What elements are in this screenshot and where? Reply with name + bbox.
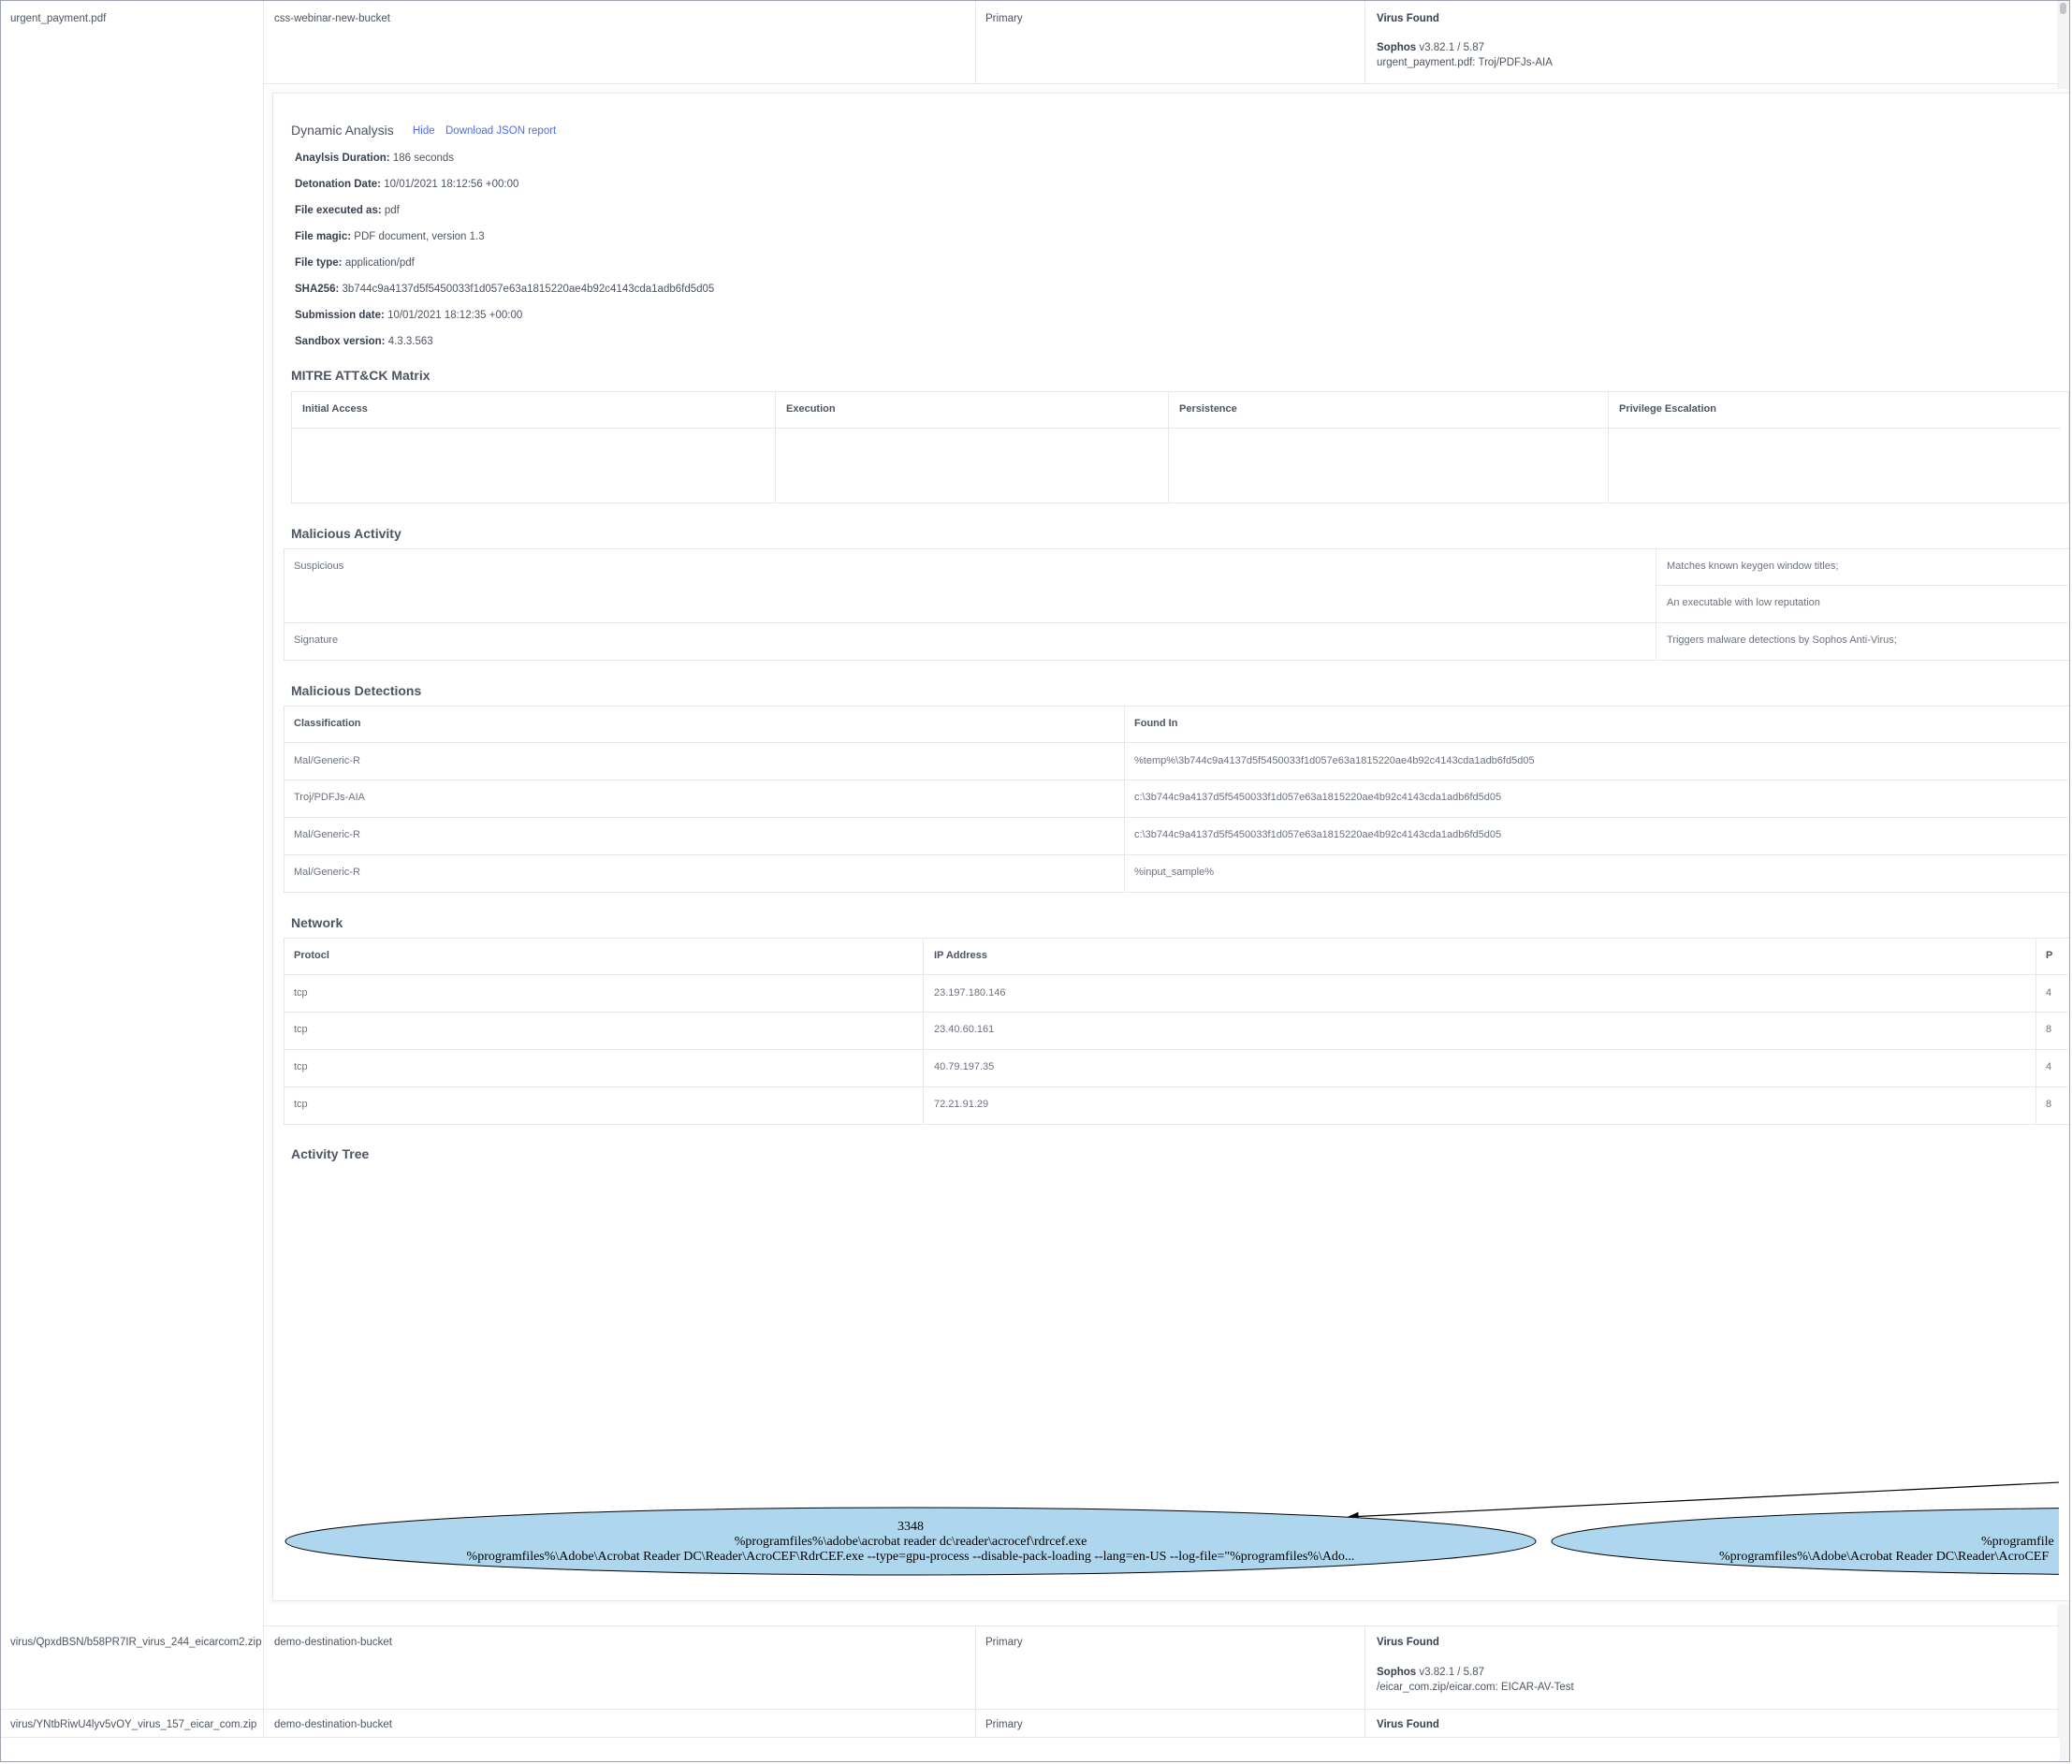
node-command: %programfiles%\Adobe\Acrobat Reader DC\R… (1719, 1550, 2049, 1564)
file-name[interactable]: virus/YNtbRiwU4lyv5vOY_virus_157_eicar_c… (10, 1719, 256, 1730)
node-path: %programfile (1981, 1535, 2054, 1549)
node-path: %programfiles%\adobe\acrobat reader dc\r… (735, 1535, 1087, 1549)
divider (1364, 1626, 1365, 1709)
detection-detail: /eicar_com.zip/eicar.com: EICAR-AV-Test (1377, 1682, 1574, 1693)
node-command: %programfiles%\Adobe\Acrobat Reader DC\R… (467, 1550, 1355, 1564)
scan-type: Primary (985, 1719, 1023, 1730)
engine-version: v3.82.1 / 5.87 (1419, 1667, 1485, 1678)
scan-status: Virus Found (1377, 1637, 1439, 1648)
bucket-name: demo-destination-bucket (274, 1637, 392, 1648)
scan-status: Virus Found (1377, 1719, 1439, 1730)
divider (975, 1626, 976, 1709)
scan-type: Primary (985, 1637, 1023, 1648)
activity-tree-graph[interactable]: 3348 %programfiles%\adobe\acrobat reader… (1, 1, 2059, 1762)
node-pid: 3348 (897, 1520, 924, 1534)
page-frame: urgent_payment.pdf css-webinar-new-bucke… (0, 0, 2070, 1762)
row-divider (1, 1709, 2060, 1710)
bottom-edge (1, 1737, 2060, 1761)
file-name[interactable]: virus/QpxdBSN/b58PR7IR_virus_244_eicarco… (10, 1637, 261, 1648)
scrollbar-thumb[interactable] (2060, 3, 2066, 14)
bucket-name: demo-destination-bucket (274, 1719, 392, 1730)
engine-line: Sophos v3.82.1 / 5.87 (1377, 1667, 1484, 1678)
engine-name: Sophos (1377, 1667, 1417, 1678)
